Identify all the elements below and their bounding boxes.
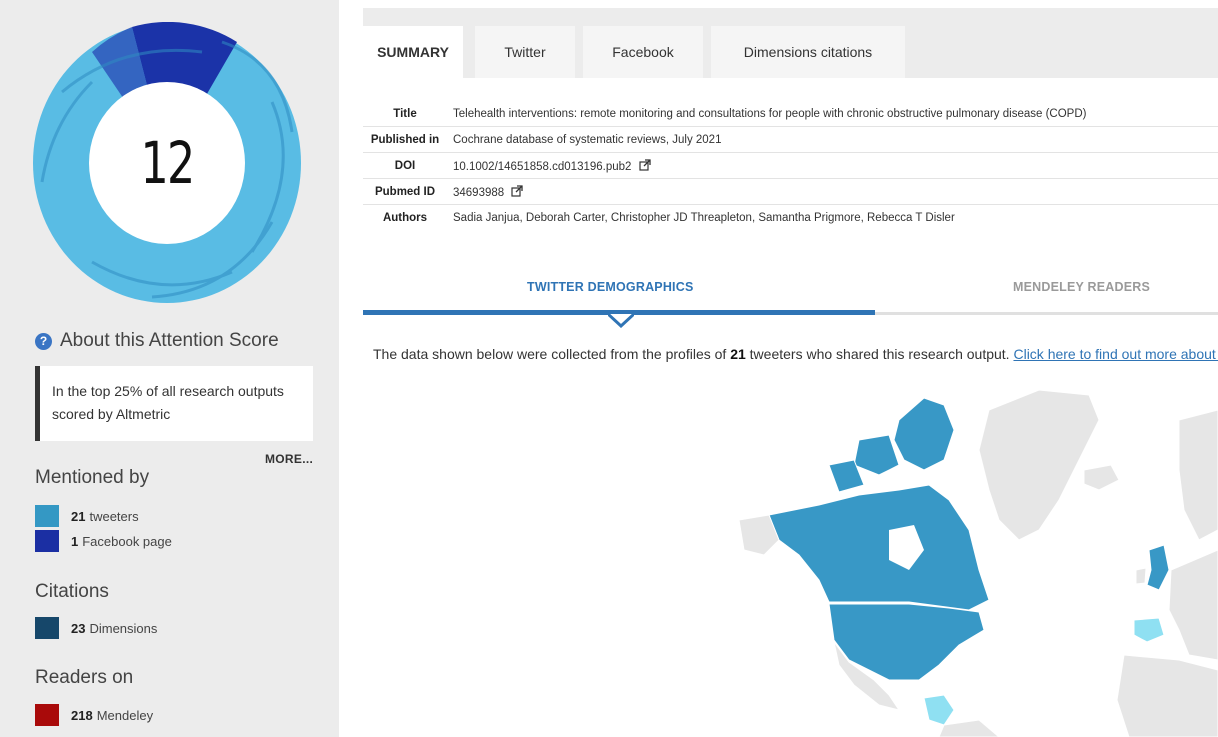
info-label: Published in (370, 133, 440, 146)
info-label: Pubmed ID (374, 185, 436, 198)
dimensions-swatch (35, 617, 59, 639)
dimensions-label: Dimensions (89, 620, 158, 636)
info-row-published: Published in Cochrane database of system… (363, 127, 1218, 153)
dimensions-count: 23 (71, 620, 86, 636)
map-africa (1116, 654, 1218, 737)
tab-twitter-demographics[interactable]: TWITTER DEMOGRAPHICS (527, 280, 694, 294)
tweeters-count: 21 (71, 508, 86, 524)
external-link-icon[interactable] (639, 158, 651, 171)
article-title: Telehealth interventions: remote monitor… (453, 107, 1087, 120)
map-iceland (1083, 464, 1120, 491)
info-label: Authors (382, 211, 428, 224)
facebook-swatch (35, 530, 59, 552)
mendeley-label: Mendeley (96, 707, 154, 723)
tab-divider (875, 312, 1218, 315)
facebook-count: 1 (71, 533, 79, 549)
tweeters-label: tweeters (89, 508, 139, 524)
tab-dimensions-citations[interactable]: Dimensions citations (711, 26, 905, 78)
map-canada-arctic (893, 397, 955, 471)
info-row-pubmed: Pubmed ID 34693988 (363, 179, 1218, 205)
map-spain (1133, 617, 1165, 643)
tab-summary[interactable]: SUMMARY (363, 26, 463, 78)
info-row-authors: Authors Sadia Janjua, Deborah Carter, Ch… (363, 205, 1218, 230)
pubmed-link[interactable]: 34693988 (447, 184, 524, 199)
demographics-tabs: TWITTER DEMOGRAPHICS MENDELEY READERS (363, 272, 1218, 328)
rank-box: In the top 25% of all research outputs s… (35, 366, 313, 441)
tab-bar: SUMMARY Twitter Facebook Dimensions cita… (363, 8, 1218, 78)
map-united-kingdom (1146, 544, 1170, 591)
info-row-doi: DOI 10.1002/14651858.cd013196.pub2 (363, 153, 1218, 179)
about-attention-score[interactable]: ? About this Attention Score (35, 330, 279, 352)
info-label: DOI (394, 159, 416, 172)
tab-facebook[interactable]: Facebook (583, 26, 703, 78)
readers-title: Readers on (35, 667, 134, 688)
citations-title: Citations (35, 581, 109, 602)
info-label: Title (393, 107, 417, 120)
doi-link[interactable]: 10.1002/14651858.cd013196.pub2 (447, 158, 651, 173)
help-icon[interactable]: ? (35, 333, 52, 350)
tab-mendeley-readers[interactable]: MENDELEY READERS (1013, 280, 1150, 294)
main-content: SUMMARY Twitter Facebook Dimensions cita… (339, 0, 1218, 737)
tweeter-count: 21 (730, 346, 746, 362)
legend-mendeley[interactable]: 218 Mendeley (35, 704, 153, 726)
collected-text: The data shown below were collected from… (373, 346, 1218, 362)
doi-value[interactable]: 10.1002/14651858.cd013196.pub2 (453, 161, 631, 173)
facebook-label: Facebook page (82, 533, 172, 549)
more-link[interactable]: MORE... (265, 452, 313, 466)
map-greenland (978, 389, 1100, 541)
about-title[interactable]: About this Attention Score (60, 330, 279, 352)
collected-suffix: tweeters who shared this research output… (745, 346, 1014, 362)
legend-facebook[interactable]: 1 Facebook page (35, 530, 172, 552)
map-south-america (938, 719, 1000, 737)
map-colombia (923, 694, 955, 726)
legend-tweeters[interactable]: 21 tweeters (35, 505, 139, 527)
authors: Sadia Janjua, Deborah Carter, Christophe… (453, 211, 955, 224)
collected-prefix: The data shown below were collected from… (373, 346, 731, 362)
mendeley-swatch (35, 704, 59, 726)
info-row-title: Title Telehealth interventions: remote m… (363, 101, 1218, 127)
external-link-icon[interactable] (511, 184, 524, 197)
active-tab-notch (608, 314, 634, 328)
map-canada (768, 484, 990, 611)
map-ireland (1135, 567, 1147, 585)
legend-dimensions[interactable]: 23 Dimensions (35, 617, 157, 639)
tab-twitter[interactable]: Twitter (475, 26, 575, 78)
map-europe (1168, 549, 1218, 661)
published-in: Cochrane database of systematic reviews,… (453, 133, 722, 146)
attention-sidebar: 12 ? About this Attention Score In the t… (0, 0, 339, 737)
article-info-table: Title Telehealth interventions: remote m… (363, 101, 1218, 230)
attention-score: 12 (140, 129, 195, 197)
pubmed-value[interactable]: 34693988 (453, 187, 504, 199)
tweeters-swatch (35, 505, 59, 527)
twitter-demographics-map[interactable] (739, 380, 1218, 737)
find-out-more-link[interactable]: Click here to find out more about how th… (1013, 346, 1218, 362)
map-scandinavia (1178, 409, 1218, 541)
mendeley-count: 218 (71, 707, 93, 723)
map-canada-arctic-2 (853, 434, 900, 476)
mentioned-by-title: Mentioned by (35, 467, 150, 488)
